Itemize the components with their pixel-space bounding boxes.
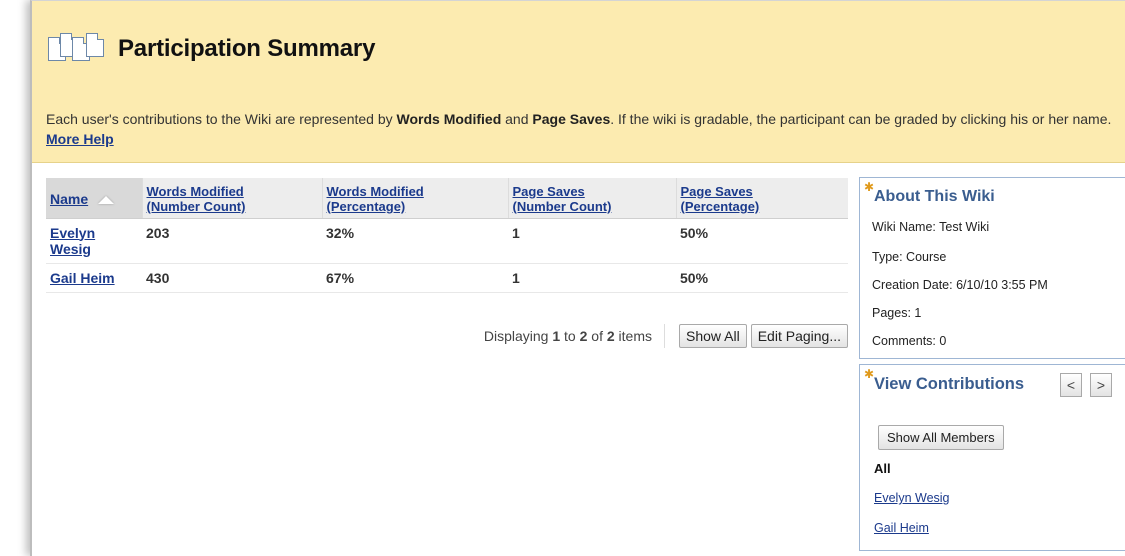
paging-text: Displaying [483, 328, 553, 344]
next-arrow-button[interactable]: > [1090, 373, 1112, 397]
about-wiki-title: About This Wiki [874, 188, 995, 205]
words-pct-cell: 67% [322, 263, 508, 293]
table-header-row: Name Words Modified (Number Count) Words … [46, 178, 848, 219]
words-pct-cell: 32% [322, 218, 508, 264]
desc-text: Each user's contributions to the Wiki ar… [46, 111, 397, 127]
more-help-link[interactable]: More Help [46, 131, 114, 147]
header-line1: Words Modified [326, 184, 424, 199]
paging-text: of [587, 328, 607, 344]
wiki-pages-icon [46, 29, 110, 69]
member-link-evelyn-wesig[interactable]: Evelyn Wesig [874, 491, 950, 505]
words-count-cell: 203 [142, 218, 322, 264]
words-count-cell: 430 [142, 263, 322, 293]
header-line2: (Percentage) [680, 199, 760, 214]
saves-count-cell: 1 [508, 218, 676, 264]
participant-link-evelyn-wesig[interactable]: Evelyn Wesig [50, 225, 95, 257]
column-header-saves-pct[interactable]: Page Saves (Percentage) [676, 178, 848, 219]
page-title: Participation Summary [118, 35, 376, 62]
column-header-saves-count[interactable]: Page Saves (Number Count) [508, 178, 677, 219]
header-line2: (Number Count) [146, 199, 246, 214]
edit-paging-button[interactable]: Edit Paging... [750, 324, 848, 348]
name-line2: Wesig [50, 240, 91, 257]
show-all-button[interactable]: Show All [679, 324, 747, 348]
header-line1: Page Saves [680, 184, 753, 199]
paging-status: Displaying 1 to 2 of 2 items [483, 324, 666, 348]
desc-text: and [501, 111, 533, 127]
column-header-words-pct[interactable]: Words Modified (Percentage) [322, 178, 509, 219]
desc-bold-words: Words Modified [396, 111, 502, 127]
sort-ascending-icon[interactable] [98, 196, 115, 205]
table-row: Evelyn Wesig 203 32% 1 50% [46, 218, 848, 264]
participation-table: Name Words Modified (Number Count) Words … [46, 178, 848, 293]
content-frame: Participation Summary Each user's contri… [30, 0, 1125, 556]
column-header-name[interactable]: Name [46, 178, 143, 219]
prev-arrow-button[interactable]: < [1060, 373, 1082, 397]
header-line2: (Percentage) [326, 199, 406, 214]
paging-text: to [560, 328, 580, 344]
wiki-comments: Comments: 0 [872, 334, 947, 348]
sort-by-name-link[interactable]: Name [50, 192, 88, 207]
name-cell: Gail Heim [46, 263, 142, 293]
sort-words-pct-link[interactable]: Words Modified (Percentage) [327, 184, 424, 214]
wiki-creation-date: Creation Date: 6/10/10 3:55 PM [872, 278, 1048, 292]
name-cell: Evelyn Wesig [46, 218, 142, 264]
sidebar: ✱ About This Wiki Wiki Name: Test Wiki T… [859, 177, 1125, 551]
about-wiki-panel: ✱ About This Wiki Wiki Name: Test Wiki T… [859, 177, 1125, 359]
show-all-members-button[interactable]: Show All Members [878, 425, 1004, 450]
view-contributions-panel: ✱ View Contributions < > Show All Member… [859, 364, 1125, 551]
header-line1: Page Saves [512, 184, 585, 199]
wiki-pages: Pages: 1 [872, 306, 922, 320]
paging-total: 2 [606, 328, 615, 344]
wiki-name: Wiki Name: Test Wiki [872, 220, 990, 234]
sort-saves-count-link[interactable]: Page Saves (Number Count) [513, 184, 612, 214]
sort-saves-pct-link[interactable]: Page Saves (Percentage) [681, 184, 760, 214]
all-members-label: All [874, 461, 891, 476]
member-link-gail-heim[interactable]: Gail Heim [874, 521, 929, 535]
collapse-star-icon[interactable]: ✱ [864, 367, 874, 381]
saves-pct-cell: 50% [676, 218, 848, 264]
saves-pct-cell: 50% [676, 263, 848, 293]
paging-bar: Displaying 1 to 2 of 2 items Show All Ed… [46, 321, 848, 351]
name-line1: Evelyn [50, 224, 96, 241]
sort-words-count-link[interactable]: Words Modified (Number Count) [147, 184, 246, 214]
participant-link-gail-heim[interactable]: Gail Heim [50, 270, 115, 286]
wiki-type: Type: Course [872, 250, 947, 264]
paging-text: items [614, 328, 653, 344]
page-description: Each user's contributions to the Wiki ar… [46, 109, 1121, 149]
collapse-star-icon[interactable]: ✱ [864, 180, 874, 194]
title-row: Participation Summary [46, 29, 375, 69]
header-line1: Words Modified [146, 184, 244, 199]
header-line2: (Number Count) [512, 199, 612, 214]
table-row: Gail Heim 430 67% 1 50% [46, 263, 848, 293]
view-contributions-title: View Contributions [874, 375, 1025, 393]
desc-bold-saves: Page Saves [532, 111, 611, 127]
paging-from: 1 [552, 328, 561, 344]
desc-text: . If the wiki is gradable, the participa… [610, 111, 1112, 127]
page-header: Participation Summary Each user's contri… [32, 1, 1125, 163]
saves-count-cell: 1 [508, 263, 676, 293]
column-header-words-count[interactable]: Words Modified (Number Count) [142, 178, 323, 219]
